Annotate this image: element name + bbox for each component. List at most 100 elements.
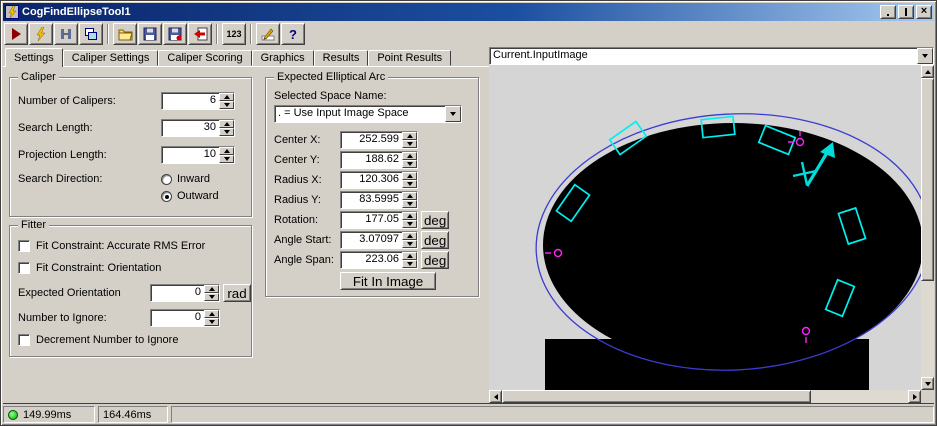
image-display[interactable] (489, 65, 921, 390)
radio-inward-icon[interactable] (161, 173, 172, 185)
maximize-icon[interactable] (898, 5, 914, 19)
number-of-calipers-value[interactable]: 6 (162, 93, 219, 109)
spin-down-icon[interactable] (402, 200, 417, 208)
number-to-ignore-value[interactable]: 0 (151, 310, 204, 326)
spin-down-icon[interactable] (219, 128, 234, 136)
scroll-left-icon[interactable] (489, 390, 502, 403)
angle-start-unit-button[interactable]: deg (421, 231, 450, 249)
spinner (219, 147, 234, 163)
spin-down-icon[interactable] (402, 220, 417, 228)
spin-down-icon[interactable] (402, 140, 417, 148)
number-to-ignore-input[interactable]: 0 (150, 309, 220, 327)
angle-start-input[interactable]: 3.07097 (340, 231, 418, 249)
save-file-button[interactable] (138, 23, 162, 45)
close-icon[interactable]: × (916, 5, 932, 19)
radius-y-value[interactable]: 83.5995 (341, 192, 402, 208)
fit-constraint-orientation-checkbox[interactable] (18, 262, 30, 274)
horizontal-scroll-thumb[interactable] (502, 390, 811, 403)
chevron-down-icon[interactable] (445, 106, 461, 122)
tab-settings[interactable]: Settings (5, 48, 63, 67)
scroll-up-icon[interactable] (921, 65, 934, 78)
angle-span-value[interactable]: 223.06 (341, 252, 402, 268)
angle-start-value[interactable]: 3.07097 (341, 232, 402, 248)
spin-down-icon[interactable] (204, 293, 219, 301)
tab-caliper-settings[interactable]: Caliper Settings (62, 50, 159, 66)
tab-graphics[interactable]: Graphics (251, 50, 314, 66)
spin-down-icon[interactable] (204, 318, 219, 326)
vertical-scroll-track[interactable] (921, 78, 934, 377)
projection-length-input[interactable]: 10 (161, 146, 235, 164)
titlebar[interactable]: CogFindEllipseTool1 × (3, 3, 934, 21)
spin-down-icon[interactable] (402, 180, 417, 188)
spin-down-icon[interactable] (219, 101, 234, 109)
selected-space-combobox[interactable]: . = Use Input Image Space (274, 105, 462, 123)
search-length-input[interactable]: 30 (161, 119, 235, 137)
spin-up-icon[interactable] (219, 93, 234, 101)
numeric-display-button[interactable]: 123 (222, 23, 246, 45)
fit-in-image-button[interactable]: Fit In Image (340, 272, 436, 290)
tab-results[interactable]: Results (313, 50, 369, 66)
rotation-unit-button[interactable]: deg (421, 211, 450, 229)
decrement-checkbox[interactable] (18, 334, 30, 346)
vertical-scrollbar[interactable] (921, 65, 934, 390)
spin-down-icon[interactable] (402, 160, 417, 168)
expected-orientation-value[interactable]: 0 (151, 285, 204, 301)
spin-up-icon[interactable] (402, 192, 417, 200)
chevron-down-icon[interactable] (917, 48, 933, 64)
rotation-value[interactable]: 177.05 (341, 212, 402, 228)
spin-up-icon[interactable] (204, 310, 219, 318)
spin-up-icon[interactable] (402, 232, 417, 240)
spin-up-icon[interactable] (219, 120, 234, 128)
center-y-input[interactable]: 188.62 (340, 151, 418, 169)
rotation-input[interactable]: 177.05 (340, 211, 418, 229)
spin-up-icon[interactable] (402, 152, 417, 160)
spin-up-icon[interactable] (402, 212, 417, 220)
minimize-icon[interactable] (880, 5, 896, 19)
spin-up-icon[interactable] (204, 285, 219, 293)
help-button[interactable]: ? (281, 23, 305, 45)
spin-down-icon[interactable] (402, 260, 417, 268)
open-file-button[interactable] (113, 23, 137, 45)
tab-point-results[interactable]: Point Results (368, 50, 452, 66)
spin-up-icon[interactable] (402, 252, 417, 260)
angle-span-unit-button[interactable]: deg (421, 251, 450, 269)
radius-x-input[interactable]: 120.306 (340, 171, 418, 189)
horizontal-scroll-track[interactable] (502, 390, 908, 403)
scroll-down-icon[interactable] (921, 377, 934, 390)
center-x-input[interactable]: 252.599 (340, 131, 418, 149)
center-x-value[interactable]: 252.599 (341, 132, 402, 148)
tab-caliper-scoring[interactable]: Caliper Scoring (158, 50, 252, 66)
expected-orientation-label: Expected Orientation (18, 287, 121, 299)
fit-constraint-rms-checkbox[interactable] (18, 240, 30, 252)
tool-windows-button[interactable] (79, 23, 103, 45)
scroll-right-icon[interactable] (908, 390, 921, 403)
edit-graphics-button[interactable] (256, 23, 280, 45)
rad-unit-button[interactable]: rad (223, 284, 251, 302)
import-button[interactable] (188, 23, 212, 45)
projection-length-value[interactable]: 10 (162, 147, 219, 163)
spin-down-icon[interactable] (219, 155, 234, 163)
spin-up-icon[interactable] (402, 172, 417, 180)
save-image-button[interactable] (163, 23, 187, 45)
angle-span-input[interactable]: 223.06 (340, 251, 418, 269)
expected-orientation-input[interactable]: 0 (150, 284, 220, 302)
radio-inward[interactable]: Inward (161, 173, 219, 185)
radius-y-input[interactable]: 83.5995 (340, 191, 418, 209)
vertical-scroll-thumb[interactable] (921, 78, 934, 282)
radio-outward-icon[interactable] (161, 190, 172, 202)
spin-up-icon[interactable] (219, 147, 234, 155)
electrode-button[interactable] (54, 23, 78, 45)
center-y-value[interactable]: 188.62 (341, 152, 402, 168)
spin-up-icon[interactable] (402, 132, 417, 140)
search-direction-label: Search Direction: (18, 173, 103, 185)
save-file-icon (143, 27, 157, 41)
horizontal-scrollbar[interactable] (489, 390, 921, 403)
image-source-combobox[interactable]: Current.InputImage (489, 47, 934, 65)
search-length-value[interactable]: 30 (162, 120, 219, 136)
run-live-button[interactable] (29, 23, 53, 45)
radius-x-value[interactable]: 120.306 (341, 172, 402, 188)
spin-down-icon[interactable] (402, 240, 417, 248)
number-of-calipers-input[interactable]: 6 (161, 92, 235, 110)
run-button[interactable] (4, 23, 28, 45)
radio-outward[interactable]: Outward (161, 190, 219, 202)
